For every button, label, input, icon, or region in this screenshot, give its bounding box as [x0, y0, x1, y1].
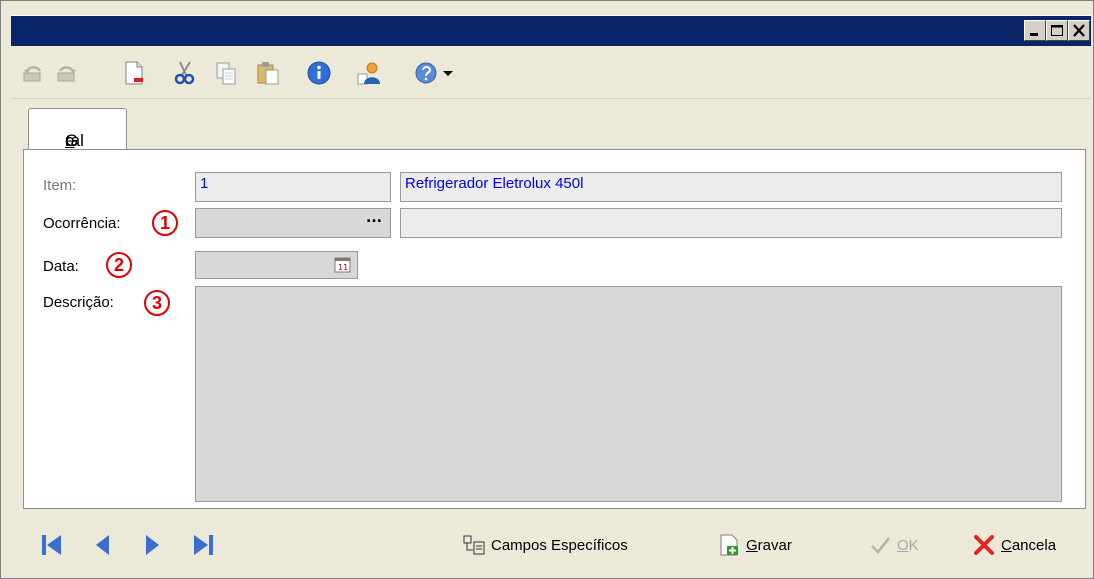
- fields-icon: [463, 535, 485, 555]
- chevron-down-icon: [443, 71, 453, 76]
- ok-accelerator: O: [897, 536, 909, 554]
- info-icon: [307, 61, 331, 85]
- toolbar: [11, 46, 1091, 99]
- user-icon: [357, 62, 380, 85]
- calendar-icon: 11: [334, 257, 351, 273]
- previous-record-button[interactable]: [91, 532, 117, 558]
- gravar-label: Gravar: [746, 537, 792, 554]
- minimize-icon: [1030, 33, 1038, 36]
- campos-especificos-button[interactable]: Campos Específicos: [463, 528, 628, 562]
- close-icon: [1073, 24, 1085, 37]
- ocorrencia-code-input[interactable]: [195, 208, 391, 238]
- undo-icon: [23, 66, 42, 82]
- copy-button[interactable]: [213, 60, 239, 86]
- descricao-textarea[interactable]: [195, 286, 1062, 502]
- maximize-icon: [1051, 25, 1063, 36]
- ocorrencia-description-field: [400, 208, 1062, 238]
- gravar-label-rest: ravar: [757, 536, 792, 554]
- data-label: Data:: [43, 258, 79, 275]
- annotation-marker-2: 2: [106, 252, 132, 278]
- campos-especificos-label: Campos Específicos: [491, 536, 628, 554]
- help-button[interactable]: [414, 60, 440, 86]
- first-record-icon: [42, 535, 61, 555]
- gravar-accelerator: G: [746, 536, 758, 554]
- paste-button[interactable]: [255, 60, 281, 86]
- first-record-button[interactable]: [39, 532, 65, 558]
- tab-geral[interactable]: Ge ral: [28, 108, 127, 151]
- cancela-button[interactable]: Cancela: [973, 528, 1056, 562]
- application-window: Ge ral Item: 1 Refrigerador Eletrolux 450…: [0, 0, 1094, 579]
- paste-icon: [257, 62, 279, 85]
- redo-icon: [57, 66, 76, 82]
- next-record-icon: [146, 535, 159, 555]
- copy-icon: [216, 62, 236, 85]
- cut-icon: [174, 61, 195, 85]
- new-document-button[interactable]: [121, 60, 147, 86]
- ok-label-rest: K: [908, 536, 919, 554]
- gravar-button[interactable]: Gravar: [718, 528, 792, 562]
- cancel-x-icon: [974, 535, 994, 555]
- cancela-label: Cancela: [1001, 537, 1056, 554]
- last-record-button[interactable]: [191, 532, 217, 558]
- maximize-button[interactable]: [1046, 20, 1068, 41]
- close-button[interactable]: [1068, 20, 1090, 41]
- cancela-label-rest: ancela: [1011, 536, 1057, 554]
- ocorrencia-label: Ocorrência:: [43, 215, 121, 232]
- annotation-marker-1: 1: [152, 210, 178, 236]
- descricao-label: Descrição:: [43, 294, 114, 311]
- minimize-button[interactable]: [1024, 20, 1046, 41]
- new-document-icon: [125, 61, 143, 85]
- ocorrencia-lookup-button[interactable]: ...: [366, 210, 382, 226]
- tab-label-part: ral: [65, 131, 84, 150]
- next-record-button[interactable]: [140, 532, 166, 558]
- user-properties-button[interactable]: [356, 60, 382, 86]
- ok-label: OK: [897, 537, 919, 554]
- annotation-marker-3: 3: [144, 290, 170, 316]
- redo-button[interactable]: [53, 60, 79, 86]
- ok-button[interactable]: OK: [869, 528, 919, 562]
- tab-strip: Ge ral: [11, 99, 1091, 151]
- form-panel: Item: 1 Refrigerador Eletrolux 450l Ocor…: [23, 149, 1086, 509]
- checkmark-icon: [871, 537, 890, 554]
- previous-record-icon: [96, 535, 109, 555]
- date-picker-button[interactable]: 11: [334, 256, 352, 274]
- help-icon: [415, 62, 437, 84]
- cut-button[interactable]: [171, 60, 197, 86]
- last-record-icon: [194, 535, 213, 555]
- svg-text:11: 11: [338, 263, 348, 272]
- item-label: Item:: [43, 177, 77, 194]
- help-dropdown-button[interactable]: [441, 60, 455, 86]
- item-code-field: 1: [195, 172, 391, 202]
- item-description-field: Refrigerador Eletrolux 450l: [400, 172, 1062, 202]
- save-icon: [720, 534, 738, 556]
- cancela-accelerator: C: [1001, 536, 1012, 554]
- undo-button[interactable]: [21, 60, 47, 86]
- title-bar[interactable]: [11, 15, 1091, 47]
- bottom-bar: Campos Específicos Gravar OK Cancela: [11, 516, 1091, 576]
- info-button[interactable]: [306, 60, 332, 86]
